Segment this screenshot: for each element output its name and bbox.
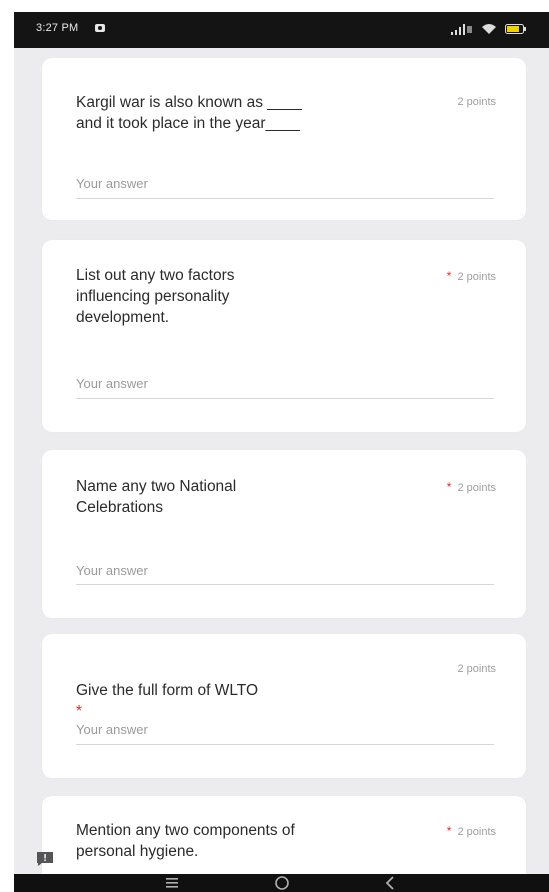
notification-icon: [95, 24, 105, 32]
battery-icon: [505, 24, 526, 34]
menu-icon[interactable]: [164, 877, 180, 889]
answer-input[interactable]: Your answer: [76, 176, 148, 191]
feedback-icon[interactable]: [36, 851, 54, 867]
required-star: *: [76, 703, 83, 720]
question-card-4: Give the full form of WLTO * 2 points Yo…: [42, 634, 526, 778]
points-value: 2 points: [457, 482, 496, 494]
navigation-bar: [14, 874, 549, 892]
answer-underline: [76, 744, 494, 745]
status-time: 3:27 PM: [36, 22, 79, 34]
points-value: 2 points: [457, 271, 496, 283]
question-card-1: Kargil war is also known as ____ and it …: [42, 58, 526, 220]
status-icons: [451, 21, 527, 37]
answer-underline: [76, 198, 494, 199]
question-text: Kargil war is also known as ____ and it …: [76, 94, 302, 132]
question-text: Give the full form of WLTO *: [76, 659, 376, 722]
answer-input[interactable]: Your answer: [76, 376, 148, 391]
question-text: Mention any two components of personal h…: [76, 822, 295, 860]
required-star: *: [446, 269, 452, 283]
required-star: *: [446, 480, 452, 494]
question-text: List out any two factors influencing per…: [76, 267, 235, 326]
question-card-3: Name any two National Celebrations * 2 po…: [42, 450, 526, 618]
wifi-icon: [482, 24, 496, 34]
home-icon[interactable]: [274, 875, 290, 891]
points-label: 2 points: [457, 96, 496, 108]
question-card-2: List out any two factors influencing per…: [42, 240, 526, 432]
points-label: * 2 points: [447, 480, 496, 494]
points-label: 2 points: [457, 663, 496, 675]
phone-screen: 3:27 PM Kargil war is also known as ____…: [14, 12, 549, 892]
required-star: *: [446, 824, 452, 838]
question-text: Name any two National Celebrations: [76, 478, 237, 516]
answer-underline: [76, 584, 494, 585]
back-icon[interactable]: [384, 876, 396, 890]
points-value: 2 points: [457, 663, 496, 675]
status-bar: 3:27 PM: [14, 12, 549, 48]
answer-underline: [76, 398, 494, 399]
points-label: * 2 points: [447, 269, 496, 283]
points-value: 2 points: [457, 826, 496, 838]
answer-input[interactable]: Your answer: [76, 563, 148, 578]
question-text-content: Give the full form of WLTO: [76, 682, 259, 699]
answer-input[interactable]: Your answer: [76, 722, 148, 737]
signal-icon: [451, 24, 472, 35]
points-label: * 2 points: [447, 824, 496, 838]
points-value: 2 points: [457, 96, 496, 108]
